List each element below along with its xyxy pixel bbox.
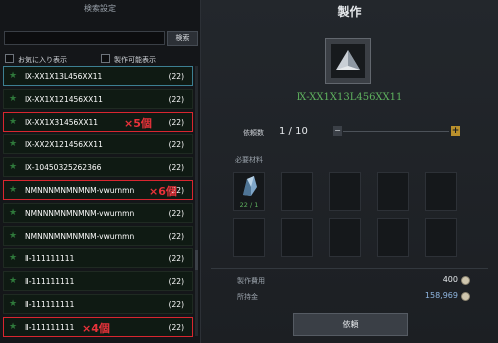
holdings-value: 158,969 [424,291,458,300]
favorite-star-icon[interactable]: ★ [9,185,17,195]
recipe-name: Ⅱ-111111111 [25,254,75,264]
favorite-star-icon[interactable]: ★ [9,162,17,172]
favorites-toggle[interactable]: お気に入り表示 [5,54,67,65]
scrollbar-thumb[interactable] [195,250,198,270]
recipe-name: Ⅸ-XX1X121456XX11 [25,94,103,104]
recipe-row[interactable]: ★ Ⅱ-111111111 (22) ×4個 [3,316,193,337]
material-slot[interactable] [377,218,409,257]
recipe-name: NMNNNMNMNMNM-vwurnmn [25,231,135,241]
material-slot[interactable] [329,218,361,257]
craftable-toggle[interactable]: 製作可能表示 [101,54,156,65]
recipe-count: (22) [168,322,184,332]
material-slot[interactable] [377,172,409,211]
recipe-name: Ⅱ-111111111 [25,277,75,287]
material-slot[interactable] [281,218,313,257]
favorite-star-icon[interactable]: ★ [9,208,17,218]
recipe-row[interactable]: ★ Ⅸ-XX1X121456XX11 (22) [3,88,193,109]
item-icon [331,44,365,78]
craftable-checkbox[interactable] [101,54,110,63]
recipe-count: (22) [168,299,184,309]
request-count-value: 1 / 10 [279,126,308,137]
recipe-count: (22) [168,94,184,104]
material-slot[interactable] [233,218,265,257]
scrollbar-track[interactable] [195,66,198,336]
divider [211,268,488,269]
recipe-row[interactable]: ★ NMNNNMNMNMNM-vwurnmn (22) [3,202,193,223]
item-icon-frame [325,38,371,84]
recipe-count: (22) [168,117,184,127]
recipe-row[interactable]: ★ Ⅱ-111111111 (22) [3,271,193,292]
recipe-row[interactable]: ★ NMNNNMNMNMNM-vwurnmn (22) ×6個 [3,179,193,200]
recipe-row[interactable]: ★ Ⅸ-XX2X121456XX11 (22) [3,134,193,155]
request-count-label: 依頼数 [243,129,264,137]
favorite-star-icon[interactable]: ★ [9,71,17,81]
materials-label: 必要材料 [235,156,263,164]
craft-cost-label: 製作費用 [237,277,265,285]
recipe-list: ★ Ⅸ-XX1X13L456XX11 (22) ★ Ⅸ-XX1X121456XX11 (2… [3,66,193,340]
recipe-row[interactable]: ★ NMNNNMNMNMNM-vwurnmn (22) [3,225,193,246]
recipe-row[interactable]: ★ Ⅸ-10450325262366 (22) [3,157,193,178]
recipe-name: Ⅱ-111111111 [25,299,75,309]
quantity-annotation: ×4個 [82,321,110,335]
favorites-label: お気に入り表示 [18,56,67,64]
crystal-pyramid-icon [336,50,360,70]
recipe-count: (22) [168,208,184,218]
recipe-name: NMNNNMNMNMNM-vwurnmn [25,185,135,195]
search-input[interactable] [4,31,165,45]
search-row: 検索 [4,31,198,46]
recipe-count: (22) [168,231,184,241]
material-slot[interactable] [425,172,457,211]
coin-icon [461,276,470,285]
recipe-count: (22) [168,277,184,287]
recipe-count: (22) [168,163,184,173]
recipe-row[interactable]: ★ Ⅱ-111111111 (22) [3,248,193,269]
material-slot[interactable] [329,172,361,211]
favorites-checkbox[interactable] [5,54,14,63]
recipe-count: (22) [168,72,184,81]
favorite-star-icon[interactable]: ★ [9,322,17,332]
craftable-label: 製作可能表示 [114,56,156,64]
favorite-star-icon[interactable]: ★ [9,253,17,263]
favorite-star-icon[interactable]: ★ [9,117,17,127]
coin-icon [461,292,470,301]
holdings-label: 所持金 [237,293,258,301]
recipe-count: (22) [168,140,184,150]
craft-request-button[interactable]: 依頼 [293,313,408,336]
quantity-slider[interactable] [343,131,449,132]
recipe-row[interactable]: ★ Ⅸ-XX1X13L456XX11 (22) [3,66,193,86]
search-settings-title: 検索設定 [84,4,116,13]
craft-cost-value: 400 [442,275,458,284]
recipe-list-panel: 検索設定 検索 お気に入り表示 製作可能表示 ★ Ⅸ-XX1X13L456XX11… [0,0,201,343]
recipe-name: Ⅸ-10450325262366 [25,163,102,173]
material-slot[interactable]: 22 / 1 [233,172,265,211]
recipe-name: Ⅸ-XX1X13L456XX11 [25,72,103,81]
favorite-star-icon[interactable]: ★ [9,139,17,149]
quantity-annotation: ×5個 [124,116,152,130]
recipe-name: Ⅸ-XX2X121456XX11 [25,140,103,150]
craft-detail-panel: 製作 Ⅸ-XX1X13L456XX11 依頼数 1 / 10 − + 必要材料 … [201,0,498,343]
quantity-annotation: ×6個 [149,184,177,198]
favorite-star-icon[interactable]: ★ [9,299,17,309]
crystal-ore-icon [243,176,257,196]
recipe-count: (22) [168,254,184,264]
recipe-name: Ⅱ-111111111 [25,322,75,332]
recipe-name: Ⅸ-XX1X31456XX11 [25,117,99,127]
favorite-star-icon[interactable]: ★ [9,231,17,241]
material-slot[interactable] [281,172,313,211]
favorite-star-icon[interactable]: ★ [9,276,17,286]
favorite-star-icon[interactable]: ★ [9,94,17,104]
recipe-name: NMNNNMNMNMNM-vwurnmn [25,208,135,218]
decrease-button[interactable]: − [333,126,342,136]
recipe-row[interactable]: ★ Ⅱ-111111111 (22) [3,293,193,314]
material-slot[interactable] [425,218,457,257]
item-name: Ⅸ-XX1X13L456XX11 [296,92,403,103]
recipe-row[interactable]: ★ Ⅸ-XX1X31456XX11 (22) ×5個 [3,111,193,132]
search-button[interactable]: 検索 [167,31,198,46]
increase-button[interactable]: + [451,126,460,136]
craft-title: 製作 [337,5,362,19]
material-count: 22 / 1 [239,201,259,209]
